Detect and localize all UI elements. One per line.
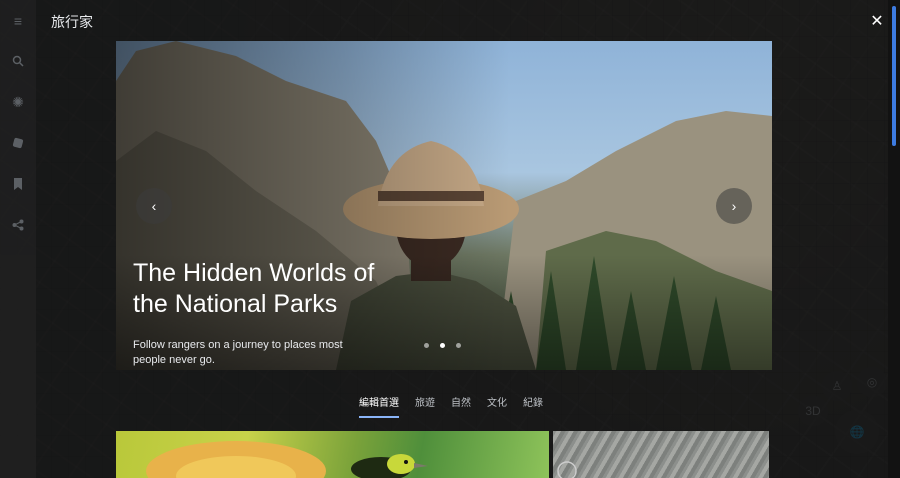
left-rail: ≡ ✺: [0, 0, 36, 478]
close-icon: ✕: [870, 13, 884, 30]
dice-icon[interactable]: [0, 129, 36, 157]
bookmark-icon[interactable]: [0, 170, 36, 198]
hero-title[interactable]: The Hidden Worlds of the National Parks: [133, 258, 393, 320]
panel-title: 旅行家: [51, 14, 93, 30]
scrollbar-thumb[interactable]: [892, 6, 896, 146]
aerial-image: [557, 461, 577, 478]
tab-culture[interactable]: 文化: [479, 388, 515, 418]
tab-documentary[interactable]: 紀錄: [515, 388, 551, 418]
carousel-next-button[interactable]: ›: [716, 188, 752, 224]
hero-carousel[interactable]: The Hidden Worlds of the National Parks …: [116, 41, 772, 370]
search-icon[interactable]: [0, 47, 36, 75]
chevron-left-icon: ‹: [151, 198, 157, 214]
share-icon[interactable]: [0, 211, 36, 239]
voyager-icon[interactable]: ✺: [0, 88, 36, 116]
close-button[interactable]: ✕: [866, 10, 888, 32]
carousel-dots: [424, 343, 461, 348]
menu-icon[interactable]: ≡: [0, 7, 36, 35]
story-card[interactable]: [116, 431, 549, 478]
tab-editors-picks[interactable]: 編輯首選: [351, 388, 407, 418]
carousel-dot-active[interactable]: [440, 343, 445, 348]
chevron-right-icon: ›: [731, 198, 737, 214]
tab-travel[interactable]: 旅遊: [407, 388, 443, 418]
carousel-dot[interactable]: [456, 343, 461, 348]
tab-nature[interactable]: 自然: [443, 388, 479, 418]
bird-image: [146, 441, 428, 478]
hero-gradient: [116, 41, 772, 370]
story-card[interactable]: [553, 431, 769, 478]
category-tabs: 編輯首選 旅遊 自然 文化 紀錄: [351, 388, 551, 418]
carousel-prev-button[interactable]: ‹: [136, 188, 172, 224]
hero-subtitle: Follow rangers on a journey to places mo…: [133, 339, 343, 366]
carousel-dot[interactable]: [424, 343, 429, 348]
